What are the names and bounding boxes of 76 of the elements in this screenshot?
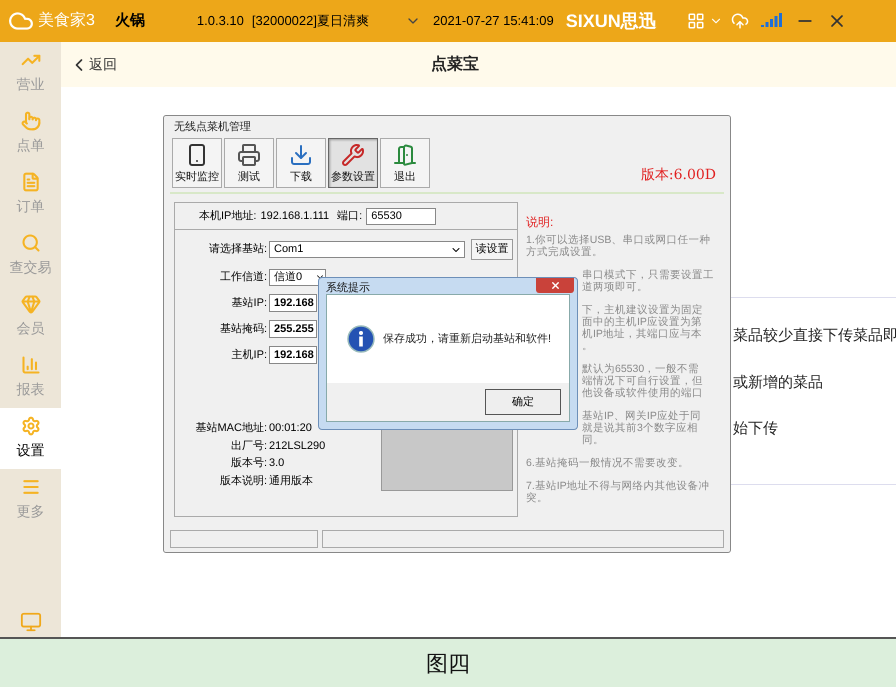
account-text: [32000022]夏日清爽	[252, 12, 369, 30]
toolbar-button[interactable]: 实时监控	[172, 138, 222, 188]
note-text: 道两项即可。	[582, 281, 649, 293]
diamond-icon	[20, 294, 40, 314]
version-label: 版本:6.00D	[640, 166, 716, 185]
tools-icon	[341, 142, 365, 166]
field-label: 基站IP:	[230, 296, 267, 311]
note-text: 下，主机建议设置为固定	[582, 304, 704, 316]
field-label: 基站掩码:	[218, 322, 267, 337]
page-title: 点菜宝	[431, 54, 479, 74]
search-icon	[20, 233, 40, 253]
dialog-message: 保存成功，请重新启动基站和软件!	[383, 332, 552, 347]
note-text: 他设备或软件使用的端口	[582, 387, 704, 399]
note-text: 端情况下可自行设置，但	[582, 375, 704, 387]
local-ip-value: 192.168.1.111	[260, 208, 330, 224]
bar-chart-icon	[20, 355, 40, 375]
note-text: 。	[582, 340, 594, 352]
toolbar-button[interactable]: 测试	[224, 138, 274, 188]
info-value: 00:01:20	[269, 421, 312, 436]
close-icon	[550, 280, 560, 291]
toolbar-button[interactable]: 下载	[276, 138, 326, 188]
brand-logo: SIXUN思迅	[566, 10, 657, 32]
store-name: 火锅	[114, 10, 145, 31]
info-label: 版本号:	[230, 456, 267, 471]
exit-door-icon	[393, 142, 417, 166]
info-icon	[347, 325, 375, 353]
port-field[interactable]: 65530	[366, 208, 436, 224]
back-button[interactable]: 返回	[69, 54, 117, 75]
local-ip-label: 本机IP地址:	[199, 208, 256, 224]
notes-title: 说明:	[526, 216, 554, 228]
info-value: 通用版本	[269, 474, 313, 488]
read-settings-button[interactable]: 读设置	[471, 239, 513, 260]
version-text: 1.0.3.10	[196, 12, 244, 30]
list-icon	[20, 172, 40, 192]
info-value: 212LSL290	[269, 438, 326, 454]
note-text: 1.你可以选择USB、串口或网口任一种方式完成设置。	[526, 234, 712, 258]
note-text: 机IP地址，其端口应与本	[582, 328, 703, 340]
dialog-title: 系统提示	[326, 280, 370, 296]
field-label: 工作信道:	[218, 270, 267, 285]
note-text: 默认为65530，一般不需	[582, 363, 700, 375]
window-title: 无线点菜机管理	[173, 120, 252, 135]
toolbar-button[interactable]: 退出	[380, 138, 430, 188]
ip-field[interactable]: 255.255	[269, 320, 317, 338]
hand-icon	[20, 111, 40, 131]
base-station-select[interactable]: Com1	[269, 241, 465, 258]
note-text: 7.基站IP地址不得与网络内其他设备冲突。	[526, 480, 711, 504]
app-logo: 美食家3	[38, 10, 95, 31]
note-text: 6.基站掩码一般情况不需要改变。	[526, 457, 690, 469]
port-label: 端口:	[337, 208, 362, 224]
instruction-text: 始下传	[733, 419, 779, 439]
toolbar-button[interactable]: 参数设置	[328, 138, 378, 188]
ip-field[interactable]: 192.168	[269, 294, 317, 312]
info-label: 基站MAC地址:	[194, 421, 267, 436]
sidebar-item[interactable]: 设置	[0, 408, 61, 469]
field-label: 请选择基站:	[208, 242, 267, 258]
ip-field[interactable]: 192.168	[269, 346, 317, 364]
datetime-text: 2021-07-27 15:41:09	[432, 12, 554, 30]
ok-button[interactable]: 确定	[485, 389, 561, 415]
close-button[interactable]	[536, 278, 574, 293]
download-icon	[289, 142, 313, 166]
signal-icon	[760, 13, 783, 29]
info-value: 3.0	[269, 456, 284, 471]
note-text: 就是说其前3个数字应相同。	[582, 422, 699, 446]
field-label: 主机IP:	[230, 348, 267, 363]
figure-caption: 图四	[426, 650, 470, 678]
instruction-text: 或新增的菜品	[733, 372, 824, 392]
info-label: 版本说明:	[218, 474, 267, 488]
note-text: 串口模式下，只需要设置工	[582, 269, 715, 281]
channel-select[interactable]: 信道0	[269, 268, 326, 286]
printer-icon	[237, 142, 261, 166]
settings-icon	[20, 416, 40, 436]
info-label: 出厂号:	[230, 438, 267, 454]
menu-icon	[20, 477, 40, 497]
note-text: 基站IP、网关IP应处于同	[582, 410, 702, 422]
note-text: 面中的主机IP应设置为第	[582, 316, 703, 328]
instruction-text: 菜品较少直接下传菜品即	[733, 326, 896, 346]
